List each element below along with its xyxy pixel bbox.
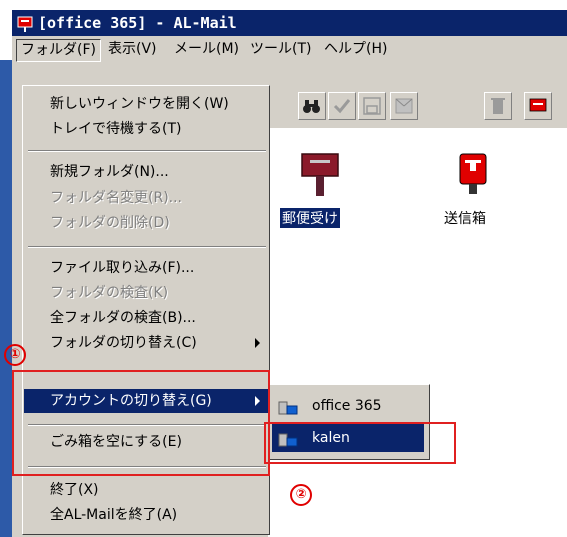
menu-tools[interactable]: ツール(T) <box>246 39 315 60</box>
outbox-mailbox-icon[interactable] <box>458 150 488 200</box>
menu-folder[interactable]: フォルダ(F) <box>16 39 101 62</box>
menu-help[interactable]: ヘルプ(H) <box>320 39 391 60</box>
menu-separator <box>28 246 266 248</box>
menu-item-new-folder[interactable]: 新規フォルダ(N)... <box>24 160 268 184</box>
save-button[interactable] <box>358 92 386 120</box>
menu-item-tray-standby[interactable]: トレイで待機する(T) <box>24 117 268 141</box>
window-title: [office 365] - AL-Mail <box>38 14 237 32</box>
menu-item-label: フォルダの切り替え(C) <box>50 335 197 351</box>
search-button[interactable] <box>298 92 326 120</box>
compose-button[interactable] <box>390 92 418 120</box>
inbox-mailbox-icon[interactable] <box>298 150 342 200</box>
annotation-step1-marker: ① <box>4 344 26 366</box>
trash-button[interactable] <box>484 92 512 120</box>
menu-item-new-window[interactable]: 新しいウィンドウを開く(W) <box>24 92 268 116</box>
menu-item-check-folder: フォルダの検査(K) <box>50 285 169 301</box>
send-mailbox-button[interactable] <box>524 92 552 120</box>
annotation-step2-marker: ② <box>290 484 312 506</box>
check-button[interactable] <box>328 92 356 120</box>
menu-separator <box>28 150 266 152</box>
red-mailbox-icon <box>529 98 547 112</box>
checkmark-icon <box>333 99 351 114</box>
floppy-icon <box>363 97 381 115</box>
menu-item-rename-folder: フォルダ名変更(R)... <box>50 190 183 206</box>
menu-mail[interactable]: メール(M) <box>170 39 243 60</box>
account-icon <box>278 401 298 415</box>
folder-label-inbox[interactable]: 郵便受け <box>280 208 340 228</box>
mailbox-icon <box>17 16 33 32</box>
submenu-item-label: office 365 <box>312 398 382 414</box>
menu-view[interactable]: 表示(V) <box>104 39 161 60</box>
folder-label-outbox[interactable]: 送信箱 <box>444 208 486 228</box>
trash-icon <box>491 98 505 114</box>
binoculars-icon <box>303 100 320 113</box>
submenu-item-office365[interactable]: office 365 <box>272 392 424 420</box>
annotation-box-step1 <box>12 370 270 476</box>
letter-icon <box>395 98 413 114</box>
menu-item-import-file[interactable]: ファイル取り込み(F)... <box>24 256 268 280</box>
menu-item-exit-all[interactable]: 全AL-Mailを終了(A) <box>24 503 268 527</box>
menu-item-exit[interactable]: 終了(X) <box>24 478 268 502</box>
annotation-box-step2 <box>264 422 456 464</box>
menu-item-check-all-folders[interactable]: 全フォルダの検査(B)... <box>24 306 268 330</box>
submenu-arrow-icon <box>255 338 260 348</box>
menu-item-delete-folder: フォルダの削除(D) <box>50 215 170 231</box>
desktop-strip <box>0 60 12 537</box>
menu-item-switch-folder[interactable]: フォルダの切り替え(C) <box>24 331 268 355</box>
